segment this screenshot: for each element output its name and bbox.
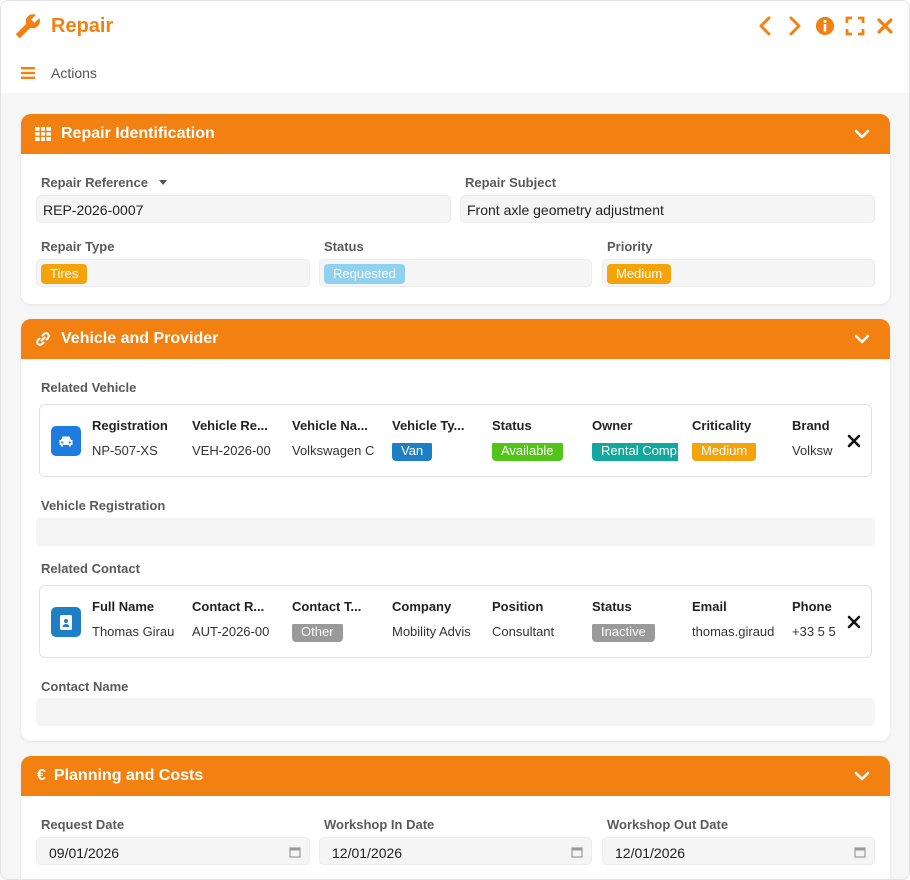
repair-reference-label[interactable]: Repair Reference xyxy=(41,175,168,190)
contact-card-icon xyxy=(60,614,72,630)
vehicle-col-owner: Owner Rental Comp xyxy=(592,418,678,463)
contact-col-full-name: Full Name Thomas Girau xyxy=(92,599,175,639)
status-badge: Requested xyxy=(324,264,405,284)
info-icon xyxy=(815,16,835,36)
calendar-icon[interactable] xyxy=(854,846,866,858)
workshop-out-label: Workshop Out Date xyxy=(607,817,729,832)
remove-vehicle-icon[interactable] xyxy=(847,434,861,448)
vehicle-col-registration: Registration NP-507-XS xyxy=(92,418,168,458)
chevron-down-icon[interactable] xyxy=(854,768,870,784)
close-icon xyxy=(877,18,893,34)
repair-window: Repair Actions Repair Identification Rep… xyxy=(0,0,910,880)
workshop-out-field[interactable]: 12/01/2026 xyxy=(602,837,875,865)
repair-type-label: Repair Type xyxy=(41,239,115,254)
actions-label: Actions xyxy=(51,65,97,81)
status-field[interactable]: Requested xyxy=(319,259,592,287)
contact-col-phone: Phone +33 5 5 xyxy=(792,599,836,639)
top-bar: Repair Actions xyxy=(1,1,909,93)
chevron-right-icon xyxy=(789,16,801,36)
vehicle-col-name: Vehicle Na... Volkswagen C xyxy=(292,418,375,458)
vehicle-col-brand: Brand Volksw xyxy=(792,418,833,458)
priority-badge: Medium xyxy=(607,264,672,284)
planning-costs-panel: € Planning and Costs Request Date 09/01/… xyxy=(21,756,890,879)
expand-icon xyxy=(845,16,865,36)
contact-name-label: Contact Name xyxy=(41,679,129,694)
repair-type-badge: Tires xyxy=(41,264,88,284)
status-label: Status xyxy=(324,239,364,254)
table-icon xyxy=(35,127,51,141)
contact-avatar xyxy=(51,607,81,637)
caret-down-icon xyxy=(158,180,167,185)
contact-card[interactable]: Full Name Thomas Girau Contact R... AUT-… xyxy=(39,585,872,658)
vehicle-registration-field[interactable] xyxy=(36,518,875,546)
vehicle-registration-label: Vehicle Registration xyxy=(41,498,166,513)
vehicle-status-badge: Available xyxy=(492,443,563,461)
vehicle-criticality-badge: Medium xyxy=(692,443,757,461)
car-icon xyxy=(59,436,73,447)
vehicle-card[interactable]: Registration NP-507-XS Vehicle Re... VEH… xyxy=(39,404,872,477)
priority-field[interactable]: Medium xyxy=(602,259,875,287)
repair-identification-panel: Repair Identification Repair Reference R… xyxy=(21,114,890,304)
request-date-field[interactable]: 09/01/2026 xyxy=(36,837,310,865)
section-title: Vehicle and Provider xyxy=(61,330,219,347)
calendar-icon[interactable] xyxy=(289,846,301,858)
vehicle-col-type: Vehicle Ty... Van xyxy=(392,418,484,463)
chevron-down-icon[interactable] xyxy=(854,126,870,142)
chevron-left-icon xyxy=(759,16,771,36)
request-date-label: Request Date xyxy=(41,817,125,832)
vehicle-col-reference: Vehicle Re... VEH-2026-00 xyxy=(192,418,271,458)
priority-label: Priority xyxy=(607,239,653,254)
fullscreen-button[interactable] xyxy=(845,15,865,37)
related-contact-label: Related Contact xyxy=(41,561,140,576)
related-vehicle-label: Related Vehicle xyxy=(41,380,137,395)
vehicle-provider-panel: Vehicle and Provider Related Vehicle Reg… xyxy=(21,319,890,741)
repair-reference-field[interactable]: REP-2026-0007 xyxy=(36,195,451,223)
actions-menu[interactable]: Actions xyxy=(21,65,97,81)
repair-type-field[interactable]: Tires xyxy=(36,259,310,287)
contact-col-reference: Contact R... AUT-2026-00 xyxy=(192,599,270,639)
window-title: Repair xyxy=(51,15,114,37)
remove-contact-icon[interactable] xyxy=(847,615,861,629)
previous-button[interactable] xyxy=(755,15,775,37)
repair-subject-label: Repair Subject xyxy=(465,175,557,190)
contact-col-position: Position Consultant xyxy=(492,599,555,639)
vehicle-owner-badge: Rental Comp xyxy=(592,443,678,461)
window-actions xyxy=(755,15,895,37)
euro-icon: € xyxy=(37,767,46,784)
vehicle-avatar xyxy=(51,426,81,456)
panel-header[interactable]: € Planning and Costs xyxy=(21,756,890,796)
contact-col-email: Email thomas.giraud xyxy=(692,599,775,639)
next-button[interactable] xyxy=(785,15,805,37)
repair-subject-field[interactable]: Front axle geometry adjustment xyxy=(460,195,875,223)
panel-header[interactable]: Vehicle and Provider xyxy=(21,319,890,359)
section-title: Planning and Costs xyxy=(53,767,204,784)
info-button[interactable] xyxy=(815,15,835,37)
contact-type-badge: Other xyxy=(292,624,343,642)
workshop-in-label: Workshop In Date xyxy=(324,817,435,832)
vehicle-type-badge: Van xyxy=(392,443,433,461)
hamburger-icon xyxy=(21,67,35,79)
vehicle-col-criticality: Criticality Medium xyxy=(692,418,784,463)
vehicle-col-status: Status Available xyxy=(492,418,584,463)
contact-col-type: Contact T... Other xyxy=(292,599,384,644)
calendar-icon[interactable] xyxy=(571,846,583,858)
link-icon xyxy=(36,332,50,346)
close-button[interactable] xyxy=(875,15,895,37)
section-title: Repair Identification xyxy=(61,125,215,142)
contact-name-field[interactable] xyxy=(36,698,875,726)
contact-status-badge: Inactive xyxy=(592,624,655,642)
contact-col-status: Status Inactive xyxy=(592,599,684,644)
workshop-in-field[interactable]: 12/01/2026 xyxy=(319,837,592,865)
panel-header[interactable]: Repair Identification xyxy=(21,114,890,154)
chevron-down-icon[interactable] xyxy=(854,331,870,347)
wrench-icon xyxy=(16,14,40,38)
contact-col-company: Company Mobility Advis xyxy=(392,599,471,639)
